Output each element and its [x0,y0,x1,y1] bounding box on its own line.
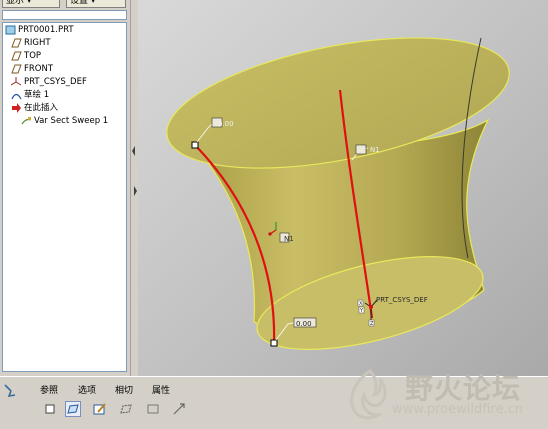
dashboard-corner-icon[interactable] [2,382,20,400]
show-menu-button[interactable]: 显示 ▾ [2,0,60,8]
tab-properties[interactable]: 属性 [152,383,170,396]
panel-header: 显示 ▾ 设置 ▾ [0,0,132,8]
top-point-value: 0.00 [218,120,234,128]
surface-button[interactable] [65,401,81,417]
axis-z-label: Z [370,321,374,327]
solid-icon [45,404,55,414]
sweep-feature-icon [21,116,32,124]
model-tree: PRT0001.PRT RIGHT TOP FRONT PRT_CSYS_DEF… [2,22,127,372]
sketch-edit-icon [93,403,106,415]
tree-root[interactable]: PRT0001.PRT [5,24,74,36]
end-point-handle[interactable] [270,339,278,347]
pause-button[interactable] [171,401,187,417]
tree-item-right[interactable]: RIGHT [11,37,51,49]
tree-item-insert-here[interactable]: 在此插入 [11,102,58,114]
pause-icon [173,403,185,415]
graphics-viewport[interactable]: 0.00 N1 N1 0.00 X Y Z PRT_CSYS_DEF [138,0,548,376]
tab-options[interactable]: 选项 [78,383,96,396]
remove-material-button[interactable] [118,401,134,417]
tree-item-csys[interactable]: PRT_CSYS_DEF [11,76,87,88]
model-canvas[interactable]: 0.00 N1 N1 0.00 X Y Z PRT_CSYS_DEF [138,0,548,376]
tree-item-label: PRT_CSYS_DEF [24,77,87,87]
tree-root-label: PRT0001.PRT [18,25,74,35]
remove-material-icon [120,404,132,414]
sketch-icon [11,93,22,99]
tree-filter-bar[interactable] [2,10,127,20]
watermark-url: www.proewildfire.cn [392,402,523,417]
surface-icon [67,404,79,414]
splitter-arrows-icon [132,146,137,196]
thicken-button[interactable] [145,401,161,417]
axis-x-label: X [359,301,363,307]
datum-plane-icon [11,51,22,60]
tree-item-front[interactable]: FRONT [11,63,53,75]
settings-menu-button[interactable]: 设置 ▾ [66,0,126,8]
tree-item-label: RIGHT [24,38,51,48]
tree-item-label: FRONT [24,64,54,74]
start-point-handle[interactable] [191,141,199,149]
solid-button[interactable] [42,401,58,417]
tab-tangency[interactable]: 相切 [115,383,133,396]
thicken-icon [147,404,159,414]
trajectory-label: N1 [370,146,380,154]
sketch-edit-button[interactable] [92,401,108,417]
tree-item-label: Var Sect Sweep 1 [34,116,109,126]
watermark-title: 野火论坛 [405,372,522,405]
sketch-label: N1 [284,235,294,243]
feature-dashboard: 参照 选项 相切 属性 野火论坛 www.proewildfire.cn [0,369,548,429]
top-point-tag[interactable]: 0.00 [211,117,234,128]
tab-references[interactable]: 参照 [40,383,58,396]
model-tree-panel: 显示 ▾ 设置 ▾ PRT0001.PRT RIGHT TOP FRONT PR… [0,0,132,376]
csys-icon [11,76,22,85]
tree-item-sketch[interactable]: 草绘 1 [11,89,49,101]
bottom-point-value: 0.00 [296,320,312,328]
tree-item-label: 草绘 1 [24,90,50,100]
bottom-point-tag[interactable]: 0.00 [293,317,317,328]
csys-label: PRT_CSYS_DEF [376,296,428,304]
datum-plane-icon [11,38,22,47]
datum-plane-icon [11,64,22,73]
insert-here-arrow-icon [12,102,21,113]
fire-logo-icon [350,369,387,420]
tree-item-sweep[interactable]: Var Sect Sweep 1 [21,115,108,127]
tree-item-label: 在此插入 [24,103,59,113]
panel-splitter[interactable] [130,0,138,376]
tree-item-top[interactable]: TOP [11,50,41,62]
watermark-logo [340,365,400,425]
tree-item-label: TOP [24,51,42,61]
sketch-tag[interactable]: N1 [279,232,294,243]
part-icon [5,25,16,34]
